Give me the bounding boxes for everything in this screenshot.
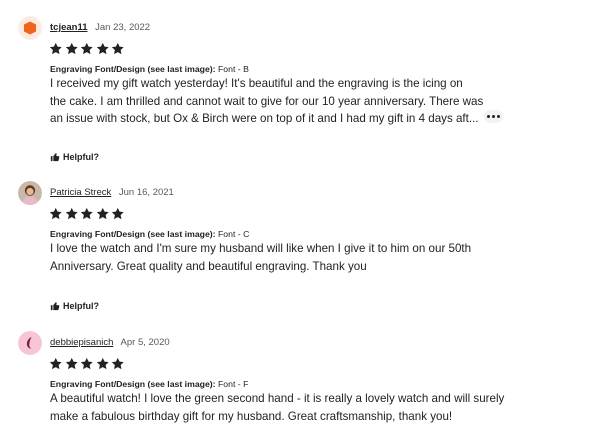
review-text-line: an issue with stock, but Ox & Birch were… — [50, 112, 479, 125]
review-text-line: Anniversary. Great quality and beautiful… — [50, 259, 367, 273]
helpful-button[interactable]: Helpful? — [50, 152, 99, 162]
reviewer-name-link[interactable]: Patricia Streck — [50, 187, 111, 198]
star-icon — [49, 207, 62, 220]
star-rating — [49, 357, 125, 371]
engraving-variation: Engraving Font/Design (see last image): … — [50, 379, 248, 389]
star-icon — [49, 357, 62, 370]
star-icon — [96, 357, 109, 370]
star-icon — [96, 42, 109, 55]
star-icon — [111, 42, 124, 55]
star-icon — [80, 357, 93, 370]
review-text: I received my gift watch yesterday! It's… — [50, 75, 490, 128]
star-icon — [80, 42, 93, 55]
review-text: I love the watch and I'm sure my husband… — [50, 240, 490, 275]
thumbs-up-icon — [50, 302, 60, 311]
review-text-line: make a fabulous birthday gift for my hus… — [50, 409, 453, 423]
review-text-line: I love the watch and I'm sure my husband… — [50, 242, 472, 255]
helpful-label: Helpful? — [63, 301, 99, 311]
star-icon — [65, 42, 78, 55]
engraving-label: Engraving Font/Design (see last image): — [50, 379, 216, 389]
avatar[interactable] — [18, 16, 42, 40]
thumbs-up-icon — [50, 153, 60, 162]
review-text-line: I received my gift watch yesterday! It's… — [50, 77, 463, 90]
review-text-line: A beautiful watch! I love the green seco… — [50, 392, 505, 405]
review-meta: Patricia Streck Jun 16, 2021 — [50, 187, 174, 198]
review-text: A beautiful watch! I love the green seco… — [50, 390, 505, 425]
star-icon — [96, 207, 109, 220]
star-rating — [49, 207, 125, 221]
review-meta: tcjean11 Jan 23, 2022 — [50, 22, 150, 33]
engraving-variation: Engraving Font/Design (see last image): … — [50, 229, 249, 239]
review-date: Jun 16, 2021 — [118, 187, 174, 198]
star-icon — [111, 357, 124, 370]
star-icon — [65, 357, 78, 370]
reviewer-name-link[interactable]: debbiepisanich — [50, 337, 113, 348]
ellipsis-dot — [491, 114, 496, 119]
engraving-variation: Engraving Font/Design (see last image): … — [50, 64, 249, 74]
helpful-button[interactable]: Helpful? — [50, 301, 99, 311]
avatar[interactable] — [18, 181, 42, 205]
helpful-label: Helpful? — [63, 152, 99, 162]
star-icon — [80, 207, 93, 220]
avatar[interactable] — [18, 331, 42, 355]
engraving-value: Font - C — [218, 229, 250, 239]
ellipsis-dot — [496, 114, 501, 119]
review-meta: debbiepisanich Apr 5, 2020 — [50, 337, 170, 348]
reviewer-name-link[interactable]: tcjean11 — [50, 22, 88, 33]
review-date: Apr 5, 2020 — [120, 337, 170, 348]
star-icon — [65, 207, 78, 220]
star-icon — [111, 207, 124, 220]
star-icon — [49, 42, 62, 55]
engraving-label: Engraving Font/Design (see last image): — [50, 229, 216, 239]
review-text-line: the cake. I am thrilled and cannot wait … — [50, 94, 484, 108]
engraving-value: Font - F — [218, 379, 249, 389]
engraving-value: Font - B — [218, 64, 249, 74]
engraving-label: Engraving Font/Design (see last image): — [50, 64, 216, 74]
read-more-button[interactable] — [484, 110, 503, 123]
star-rating — [49, 42, 125, 56]
review-date: Jan 23, 2022 — [95, 22, 151, 33]
ellipsis-dot — [486, 114, 491, 119]
